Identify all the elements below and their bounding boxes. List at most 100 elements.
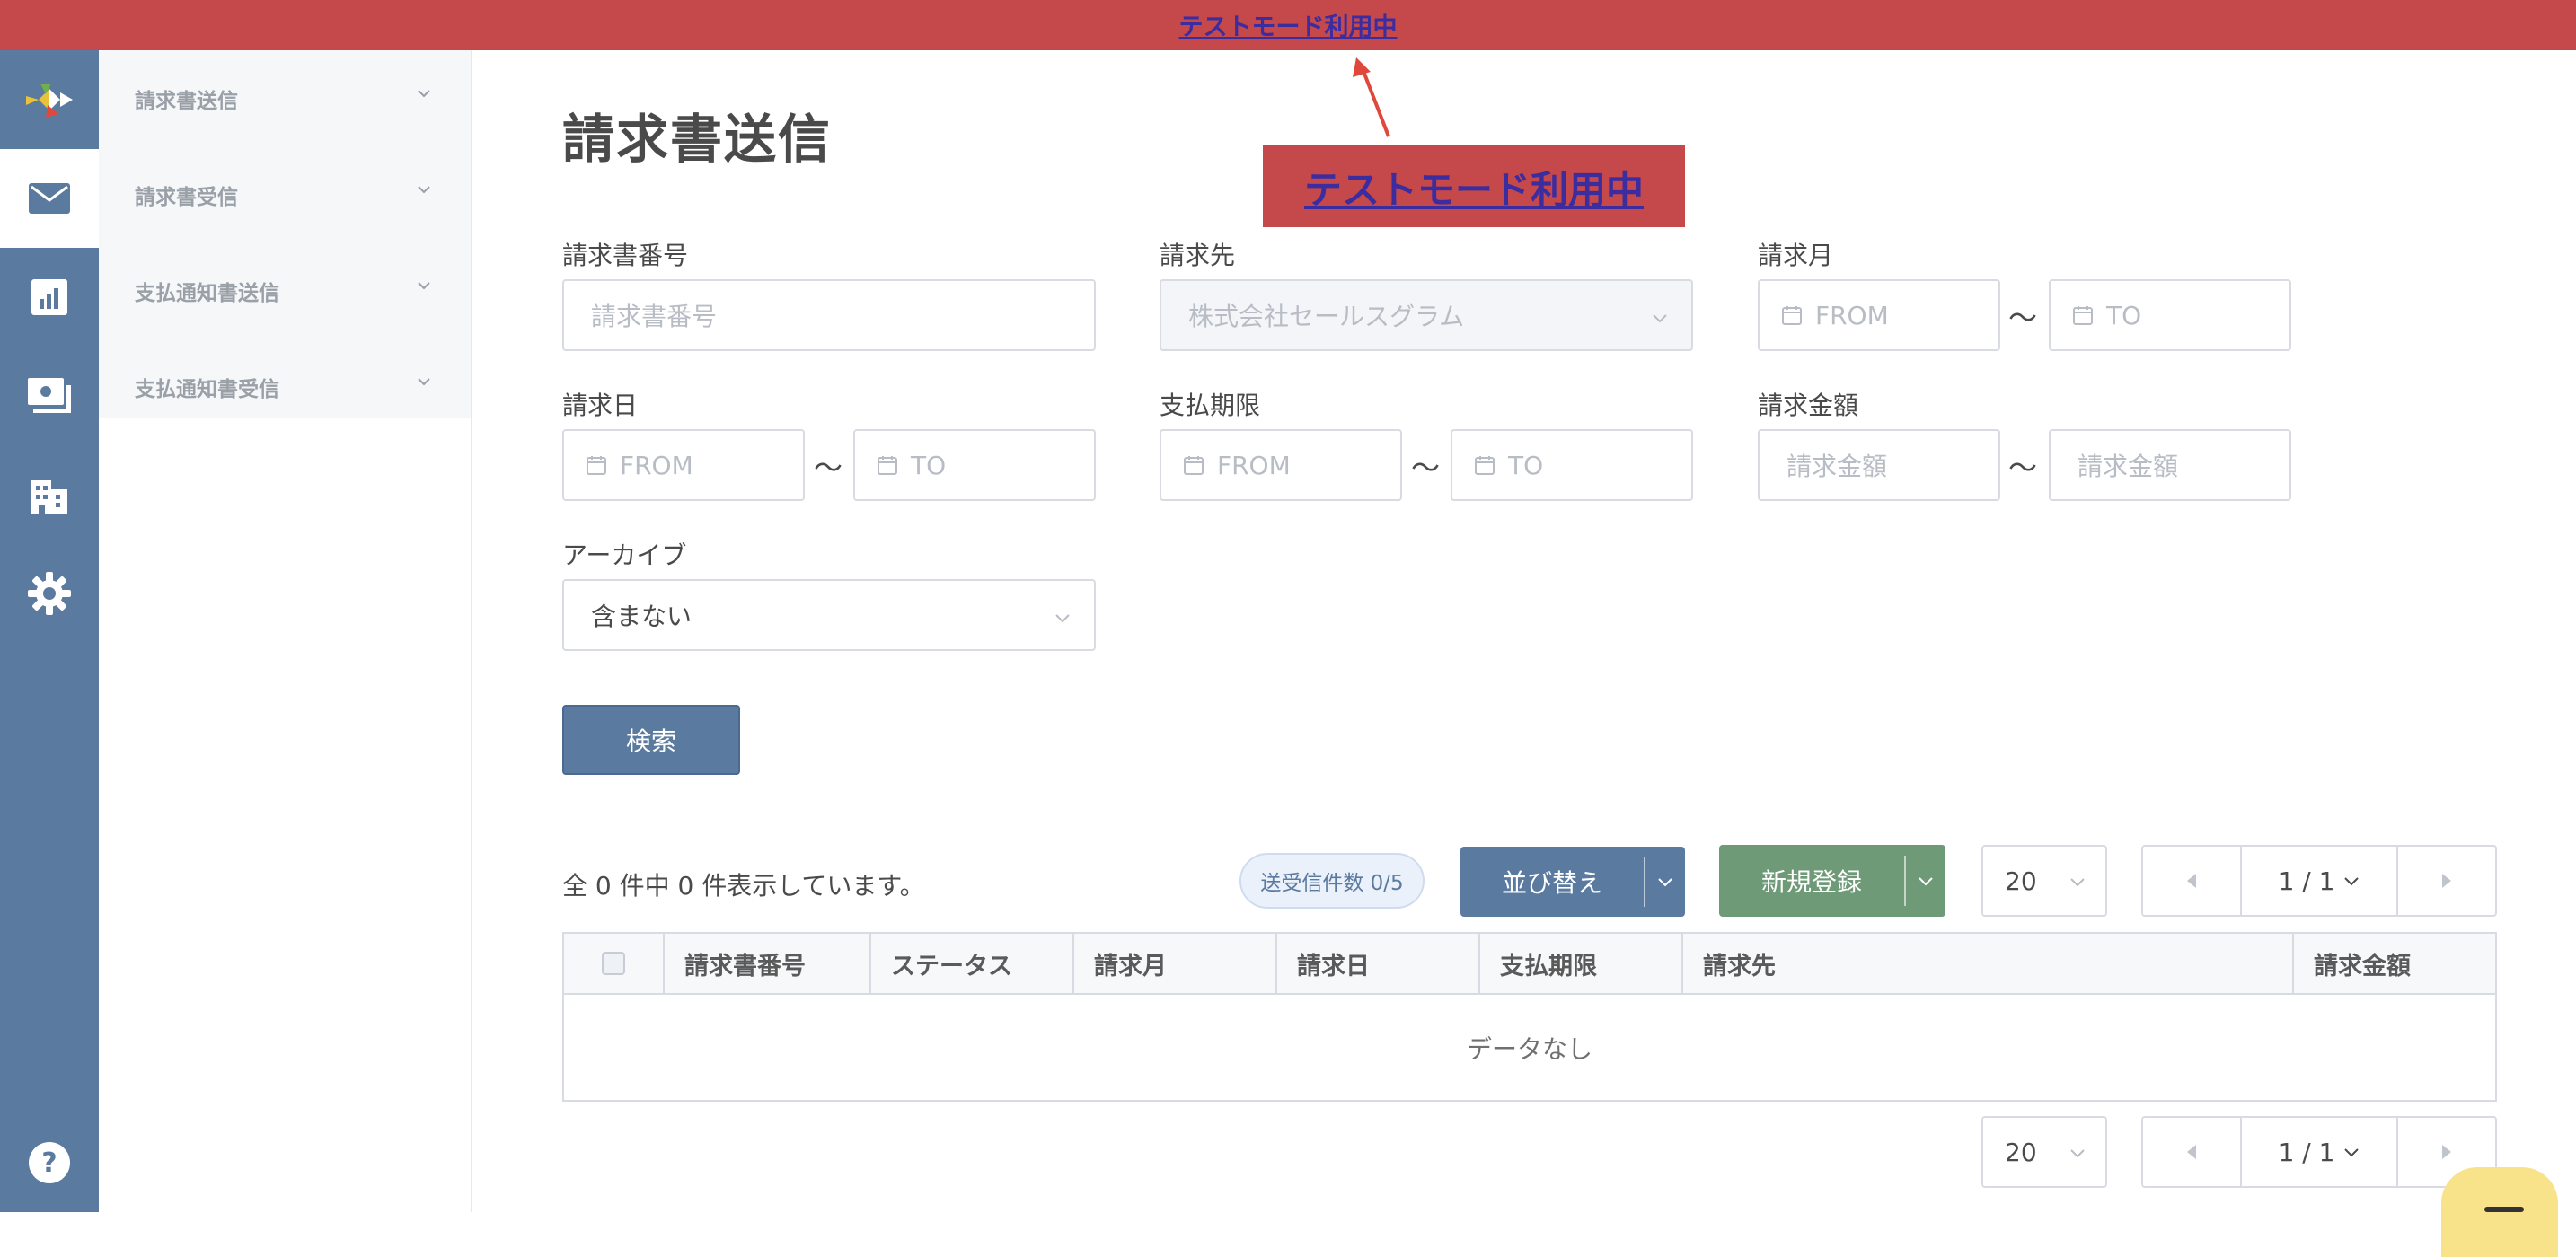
sort-button[interactable]: 並び替え: [1460, 847, 1685, 917]
page-size-select[interactable]: 20: [1981, 1116, 2107, 1188]
nav-item-payment-notice-send[interactable]: 支払通知書送信: [99, 242, 471, 338]
logo-icon[interactable]: [0, 50, 99, 149]
caret-right-icon: [2442, 1145, 2451, 1159]
test-mode-callout: テストモード利用中: [1263, 145, 1685, 227]
range-separator: 〜: [814, 451, 843, 485]
page-select[interactable]: 1 / 1: [2240, 847, 2398, 915]
calendar-icon: [2073, 306, 2093, 325]
chevron-down-icon: [418, 282, 430, 290]
invoice-date-from-input[interactable]: FROM: [562, 429, 805, 501]
invoice-date-from-placeholder: FROM: [620, 450, 693, 480]
calendar-icon: [1184, 456, 1204, 475]
archive-select[interactable]: 含まない: [562, 579, 1096, 651]
empty-state: データなし: [1466, 1033, 1592, 1064]
chevron-down-icon: [2070, 878, 2085, 887]
pagination: 1 / 1: [2141, 1116, 2497, 1188]
column-header[interactable]: 請求先: [1683, 934, 2294, 993]
next-page-button[interactable]: [2398, 847, 2495, 915]
prev-page-button[interactable]: [2143, 847, 2240, 915]
page-size-select[interactable]: 20: [1981, 845, 2107, 917]
column-header[interactable]: 請求月: [1074, 934, 1277, 993]
amount-to-input[interactable]: 請求金額: [2049, 429, 2291, 501]
test-mode-callout-text: テストモード利用中: [1303, 168, 1644, 212]
page-indicator: 1 / 1: [2278, 866, 2335, 896]
test-mode-banner: テストモード利用中: [0, 0, 2576, 50]
calendar-icon: [878, 456, 897, 475]
side-navigation: 請求書送信 請求書受信 支払通知書送信 支払通知書受信: [99, 50, 472, 1212]
invoice-number-input[interactable]: 請求書番号: [562, 279, 1096, 351]
caret-left-icon: [2187, 1145, 2196, 1159]
building-icon[interactable]: [0, 445, 99, 544]
range-separator: 〜: [2008, 301, 2038, 335]
chevron-down-icon: [2344, 877, 2360, 886]
page-indicator: 1 / 1: [2278, 1137, 2335, 1167]
calendar-icon: [1475, 456, 1495, 475]
archive-value: 含まない: [591, 602, 693, 631]
select-all-checkbox[interactable]: [602, 952, 625, 975]
chevron-down-icon: [1055, 614, 1070, 623]
due-date-from-input[interactable]: FROM: [1160, 429, 1402, 501]
new-button[interactable]: 新規登録: [1719, 845, 1945, 917]
prev-page-button[interactable]: [2143, 1118, 2240, 1186]
due-date-label: 支払期限: [1160, 391, 1261, 420]
column-header[interactable]: 請求金額: [2294, 934, 2495, 993]
invoice-date-to-placeholder: TO: [911, 450, 947, 480]
mail-icon[interactable]: [0, 149, 99, 248]
billing-month-from-placeholder: FROM: [1815, 300, 1889, 330]
payment-icon[interactable]: [0, 347, 99, 445]
invoice-date-to-input[interactable]: TO: [853, 429, 1096, 501]
amount-to-placeholder: 請求金額: [2078, 452, 2179, 481]
page-size-value: 20: [2005, 1137, 2037, 1167]
chevron-down-icon[interactable]: [1645, 874, 1685, 890]
nav-item-label: 支払通知書送信: [135, 281, 279, 305]
due-date-to-placeholder: TO: [1508, 450, 1544, 480]
icon-rail: ?: [0, 50, 99, 1212]
pagination: 1 / 1: [2141, 845, 2497, 917]
nav-item-label: 支払通知書受信: [135, 377, 279, 401]
page-title: 請求書送信: [562, 109, 833, 170]
range-separator: 〜: [1411, 451, 1441, 485]
chevron-down-icon[interactable]: [1906, 873, 1945, 889]
help-icon[interactable]: ?: [0, 1113, 99, 1212]
svg-text:?: ?: [41, 1147, 57, 1179]
billing-month-label: 請求月: [1758, 241, 1834, 270]
amount-label: 請求金額: [1758, 391, 1859, 420]
amount-from-input[interactable]: 請求金額: [1758, 429, 2000, 501]
billing-month-to-placeholder: TO: [2106, 300, 2142, 330]
column-header[interactable]: 請求書番号: [665, 934, 871, 993]
nav-item-payment-notice-receive[interactable]: 支払通知書受信: [99, 338, 471, 435]
nav-item-label: 請求書送信: [135, 89, 238, 113]
calendar-icon: [1782, 306, 1802, 325]
column-header[interactable]: 支払期限: [1480, 934, 1683, 993]
chevron-down-icon: [418, 378, 430, 386]
calendar-icon: [587, 456, 606, 475]
column-header[interactable]: ステータス: [871, 934, 1074, 993]
caret-left-icon: [2187, 874, 2196, 888]
annotation-arrow-icon: [1353, 57, 1390, 137]
invoice-date-label: 請求日: [562, 391, 639, 420]
billing-month-from-input[interactable]: FROM: [1758, 279, 2000, 351]
chart-icon[interactable]: [0, 248, 99, 347]
nav-item-invoice-send[interactable]: 請求書送信: [99, 50, 471, 146]
count-badge: 送受信件数 0/5: [1239, 853, 1425, 909]
due-date-to-input[interactable]: TO: [1451, 429, 1693, 501]
table-header: 請求書番号 ステータス 請求月 請求日 支払期限 請求先 請求金額: [564, 934, 2495, 995]
column-header[interactable]: 請求日: [1277, 934, 1480, 993]
amount-from-placeholder: 請求金額: [1786, 452, 1888, 481]
recipient-value: 株式会社セールスグラム: [1188, 302, 1465, 331]
chevron-down-icon: [1653, 314, 1667, 323]
result-summary: 全 0 件中 0 件表示しています。: [562, 871, 925, 901]
search-button[interactable]: 検索: [562, 705, 740, 775]
invoice-number-placeholder: 請求書番号: [591, 302, 718, 331]
page-select[interactable]: 1 / 1: [2240, 1118, 2398, 1186]
gear-icon[interactable]: [0, 544, 99, 643]
chat-icon: [2484, 1207, 2524, 1212]
recipient-label: 請求先: [1160, 241, 1236, 270]
chat-widget-button[interactable]: [2441, 1167, 2558, 1257]
recipient-select[interactable]: 株式会社セールスグラム: [1160, 279, 1693, 351]
billing-month-to-input[interactable]: TO: [2049, 279, 2291, 351]
invoice-table: 請求書番号 ステータス 請求月 請求日 支払期限 請求先 請求金額 データなし: [562, 932, 2497, 1102]
test-mode-link[interactable]: テストモード利用中: [1179, 7, 1398, 42]
archive-label: アーカイブ: [562, 541, 687, 570]
nav-item-invoice-receive[interactable]: 請求書受信: [99, 146, 471, 242]
